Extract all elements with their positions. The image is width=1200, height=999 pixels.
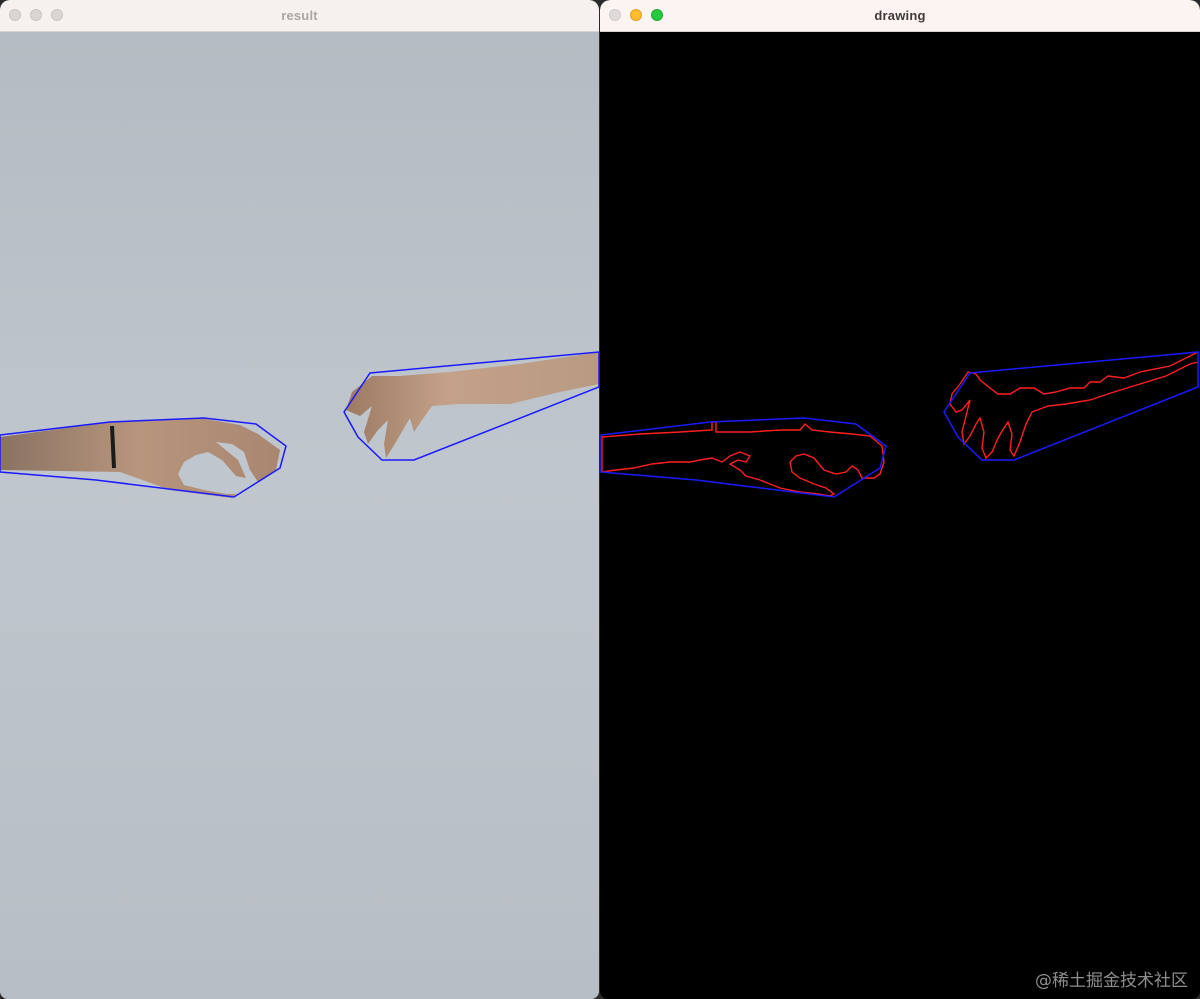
close-button[interactable] [609, 9, 621, 21]
window-title: result [281, 8, 318, 23]
drawing-canvas [600, 32, 1200, 999]
drawing-image: @稀土掘金技术社区 [600, 32, 1200, 999]
minimize-button[interactable] [30, 9, 42, 21]
window-title: drawing [874, 8, 926, 23]
maximize-button[interactable] [651, 9, 663, 21]
result-window[interactable]: result [0, 0, 599, 999]
window-controls [9, 9, 63, 21]
drawing-titlebar[interactable]: drawing [600, 0, 1200, 32]
watermark: @稀土掘金技术社区 [1035, 971, 1188, 991]
close-button[interactable] [9, 9, 21, 21]
result-titlebar[interactable]: result [0, 0, 599, 32]
wristband [110, 425, 116, 469]
maximize-button[interactable] [51, 9, 63, 21]
sky-background [0, 32, 599, 999]
black-background [600, 32, 1200, 999]
minimize-button[interactable] [630, 9, 642, 21]
result-canvas [0, 32, 599, 999]
drawing-window[interactable]: drawing @稀土掘金技术社区 [600, 0, 1200, 999]
result-image [0, 32, 599, 999]
window-controls [609, 9, 663, 21]
